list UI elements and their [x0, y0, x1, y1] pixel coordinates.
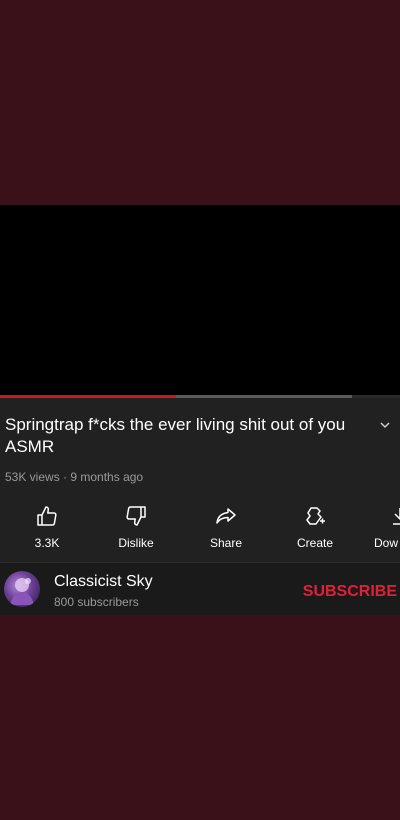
like-count: 3.3K — [34, 536, 60, 550]
action-bar: 3.3K Dislike Share Create Dow — [0, 500, 400, 556]
chevron-down-icon[interactable] — [378, 418, 392, 432]
upload-age: 9 months ago — [70, 470, 144, 484]
dislike-label: Dislike — [118, 536, 154, 550]
download-icon — [393, 508, 400, 525]
video-player[interactable] — [0, 205, 400, 395]
video-title[interactable]: Springtrap f*cks the ever living shit ou… — [5, 414, 350, 458]
view-count: 53K views — [5, 470, 60, 484]
video-meta: 53K views · 9 months ago — [5, 470, 143, 484]
create-label: Create — [296, 536, 334, 550]
download-label: Dow — [374, 536, 399, 550]
share-button[interactable]: Share — [191, 500, 261, 550]
share-icon — [216, 508, 236, 524]
thumbs-down-icon — [126, 506, 146, 526]
create-icon — [306, 507, 325, 525]
subscriber-count: 800 subscribers — [54, 595, 139, 609]
dislike-button[interactable]: Dislike — [101, 500, 171, 550]
page: Springtrap f*cks the ever living shit ou… — [0, 0, 400, 820]
avatar[interactable] — [4, 571, 40, 607]
channel-name[interactable]: Classicist Sky — [54, 573, 153, 591]
like-button[interactable]: 3.3K — [12, 500, 82, 550]
share-label: Share — [209, 536, 243, 550]
thumbs-up-icon — [37, 506, 57, 526]
channel-row[interactable]: Classicist Sky 800 subscribers SUBSCRIBE — [0, 562, 400, 615]
avatar-art-icon — [10, 578, 34, 605]
download-button[interactable]: Dow — [365, 500, 400, 550]
meta-separator: · — [59, 470, 71, 484]
subscribe-button[interactable]: SUBSCRIBE — [303, 583, 397, 601]
video-info-panel: Springtrap f*cks the ever living shit ou… — [0, 398, 400, 615]
create-button[interactable]: Create — [280, 500, 350, 550]
